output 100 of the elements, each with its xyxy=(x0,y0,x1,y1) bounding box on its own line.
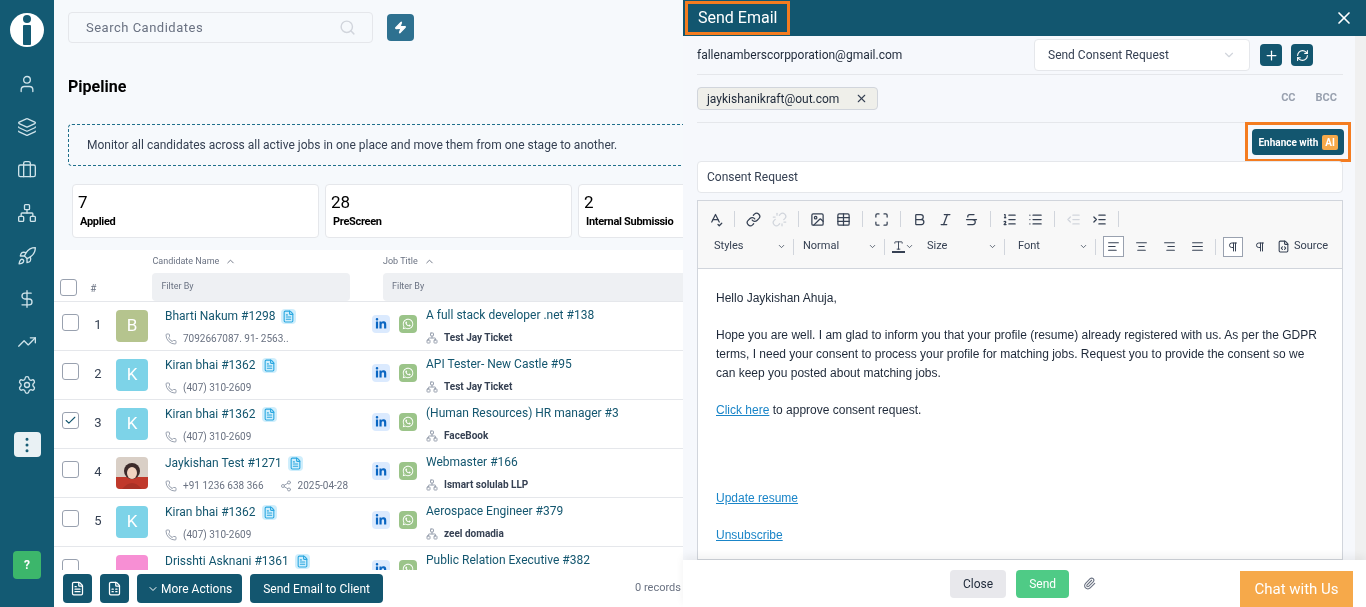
job-title[interactable]: Webmaster #166 xyxy=(426,453,683,471)
subject-field[interactable]: Consent Request xyxy=(697,161,1343,193)
resume-icon[interactable] xyxy=(261,504,277,520)
ltr-icon[interactable] xyxy=(1223,236,1243,257)
job-title[interactable]: API Tester- New Castle #95 xyxy=(426,355,683,373)
company-name: FaceBook xyxy=(444,429,489,443)
row-checkbox[interactable] xyxy=(61,510,79,527)
quick-action-button[interactable] xyxy=(387,14,414,41)
linkedin-icon[interactable] xyxy=(372,364,390,382)
bullet-list-icon[interactable] xyxy=(1028,211,1043,227)
candidate-name[interactable]: Jaykishan Test #1271 xyxy=(165,454,282,472)
briefcase-icon[interactable] xyxy=(17,160,37,180)
filter-field[interactable]: Filter By xyxy=(152,272,351,301)
resume-icon[interactable] xyxy=(261,357,277,373)
row-checkbox[interactable] xyxy=(61,363,79,380)
settings-icon[interactable] xyxy=(17,375,37,395)
format-dropdown[interactable]: Normal xyxy=(801,238,877,255)
resume-icon[interactable] xyxy=(261,406,277,422)
template-select[interactable]: Send Consent Request xyxy=(1034,39,1250,71)
plus-icon xyxy=(1263,47,1279,63)
candidate-name[interactable]: Kiran bhai #1362 xyxy=(165,405,256,423)
numbered-list-icon[interactable] xyxy=(1002,211,1017,227)
resume-icon[interactable] xyxy=(281,308,297,324)
company-icon xyxy=(426,380,438,393)
table-icon[interactable] xyxy=(836,211,851,227)
consent-link[interactable]: Click here xyxy=(716,403,770,417)
candidate-name[interactable]: Drisshti Asknani #1361 xyxy=(165,552,289,570)
company-name: Test Jay Ticket xyxy=(444,331,513,345)
company-icon xyxy=(426,478,438,491)
column-header[interactable]: Candidate Name xyxy=(152,255,220,269)
italic-icon[interactable] xyxy=(938,211,953,227)
align-right-icon[interactable] xyxy=(1163,240,1176,253)
align-justify-icon[interactable] xyxy=(1191,240,1204,253)
linkedin-icon[interactable] xyxy=(372,315,390,333)
indent-icon[interactable] xyxy=(1092,211,1107,227)
font-dropdown[interactable]: Font xyxy=(1018,238,1088,255)
row-number: 3 xyxy=(94,415,102,430)
job-title[interactable]: Aerospace Engineer #379 xyxy=(426,502,683,520)
rocket-icon[interactable] xyxy=(17,246,37,266)
recipient-chip[interactable]: jaykishanikraft@out.com xyxy=(697,87,879,110)
styles-dropdown[interactable]: Styles xyxy=(708,238,786,255)
company-name: Ismart solulab LLP xyxy=(444,478,529,492)
align-center-icon[interactable] xyxy=(1135,240,1148,253)
email-link[interactable]: Update resume xyxy=(716,491,799,505)
job-title[interactable]: (Human Resources) HR manager #3 xyxy=(426,404,683,422)
stage-card[interactable]: 2 Internal Submissio xyxy=(578,184,683,238)
rtl-icon[interactable] xyxy=(1254,240,1266,253)
stage-card[interactable]: 28 PreScreen xyxy=(325,184,572,238)
company-icon xyxy=(426,331,438,344)
row-checkbox[interactable] xyxy=(61,314,79,331)
company-name: zeel domadia xyxy=(444,527,504,541)
text-color-icon[interactable] xyxy=(892,240,914,253)
linkedin-icon[interactable] xyxy=(372,413,390,431)
phone-number: (407) 310-2609 xyxy=(183,528,252,542)
size-dropdown[interactable]: Size xyxy=(927,238,997,255)
row-number: 4 xyxy=(94,464,102,479)
paperclip-icon[interactable] xyxy=(1083,577,1097,590)
link-icon[interactable] xyxy=(746,211,761,227)
bold-icon[interactable] xyxy=(912,211,927,227)
select-all-checkbox[interactable] xyxy=(60,279,77,296)
job-title[interactable]: Public Relation Executive #382 xyxy=(426,551,683,569)
stage-card[interactable]: 7 Applied xyxy=(72,184,319,238)
search-field[interactable]: Search Candidates xyxy=(68,12,373,43)
job-title[interactable]: A full stack developer .net #138 xyxy=(426,306,683,324)
caret-icon xyxy=(777,242,786,251)
refresh-button[interactable] xyxy=(1291,44,1313,66)
close-button[interactable]: Close xyxy=(950,569,1007,598)
dialog-title: Send Email xyxy=(685,1,791,35)
add-button[interactable] xyxy=(1260,44,1282,66)
email-paragraph: Hello Jaykishan Ahuja, xyxy=(716,290,838,307)
column-header[interactable]: Job Title xyxy=(383,255,418,269)
row-checkbox[interactable] xyxy=(61,461,79,478)
company-icon xyxy=(426,527,438,540)
source-button[interactable]: Source xyxy=(1277,238,1329,255)
maximize-icon[interactable] xyxy=(874,211,889,227)
layers-icon[interactable] xyxy=(17,117,37,137)
linkedin-icon[interactable] xyxy=(372,462,390,480)
candidate-name[interactable]: Bharti Nakum #1298 xyxy=(165,307,276,325)
linkedin-icon[interactable] xyxy=(372,511,390,529)
network-icon[interactable] xyxy=(17,203,37,223)
filter-field[interactable]: Filter By xyxy=(383,272,683,301)
email-link[interactable]: Unsubscribe xyxy=(716,528,783,542)
enhance-button[interactable]: Enhance with AI xyxy=(1252,129,1344,155)
strikethrough-icon[interactable] xyxy=(964,211,979,227)
spellcheck-icon[interactable] xyxy=(708,211,723,227)
candidate-name[interactable]: Kiran bhai #1362 xyxy=(165,503,256,521)
align-left-icon[interactable] xyxy=(1103,236,1124,257)
send-email-button[interactable]: Send Email to Client xyxy=(250,574,383,603)
resume-icon[interactable] xyxy=(294,553,310,569)
image-icon[interactable] xyxy=(810,211,825,227)
candidate-name[interactable]: Kiran bhai #1362 xyxy=(165,356,256,374)
row-number: 2 xyxy=(94,366,102,381)
excel-button[interactable] xyxy=(100,574,129,603)
resume-icon[interactable] xyxy=(287,455,303,471)
row-checkbox[interactable] xyxy=(61,412,79,429)
scrollbar[interactable] xyxy=(1355,36,1366,561)
caret-icon xyxy=(1079,242,1088,251)
more-actions-button[interactable]: More Actions xyxy=(137,574,243,603)
pdf-button[interactable] xyxy=(63,574,92,603)
more-icon[interactable] xyxy=(13,432,41,457)
